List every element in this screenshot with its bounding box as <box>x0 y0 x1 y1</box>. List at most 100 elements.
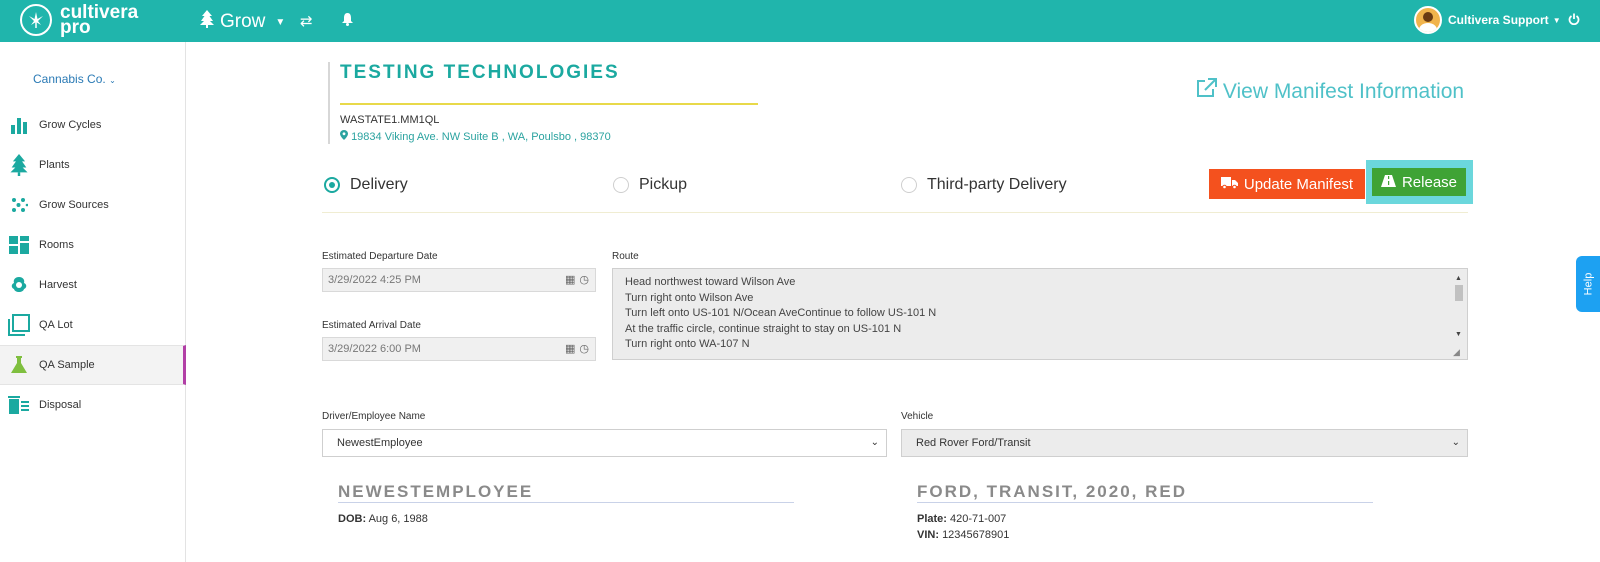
section-divider <box>322 212 1468 213</box>
departure-date-value: 3/29/2022 4:25 PM <box>328 274 421 286</box>
driver-card-underline <box>338 502 794 503</box>
update-manifest-button[interactable]: Update Manifest <box>1209 169 1365 199</box>
route-label: Route <box>612 251 639 262</box>
release-button[interactable]: Release <box>1372 168 1466 196</box>
vehicle-card-underline <box>917 502 1373 503</box>
scroll-thumb[interactable] <box>1455 285 1463 301</box>
bar-chart-icon <box>8 114 30 136</box>
qa-lot-icon <box>8 314 30 336</box>
top-bar: cultivera pro Grow ▼ ⇄ Cultivera Support… <box>0 0 1600 42</box>
clock-icon[interactable]: ◷ <box>579 273 589 286</box>
route-line: Turn right onto Wilson Ave <box>625 291 754 304</box>
route-line: Turn left onto US-101 N/Ocean AveContinu… <box>625 307 937 319</box>
tree-icon <box>8 154 30 176</box>
view-manifest-link[interactable]: View Manifest Information <box>1196 78 1464 104</box>
sidebar-item-label: Rooms <box>39 239 74 251</box>
transfer-icon[interactable]: ⇄ <box>300 12 313 30</box>
flask-icon <box>8 354 30 376</box>
receiver-header: TESTING TECHNOLOGIES WASTATE1.MM1QL 1983… <box>328 62 758 144</box>
route-textarea[interactable]: Head northwest toward Wilson Ave Turn ri… <box>612 268 1468 360</box>
radio-unselected-icon <box>901 177 917 193</box>
brand-logo[interactable]: cultivera pro <box>20 3 138 37</box>
avatar <box>1414 6 1442 34</box>
chevron-down-icon: ⌄ <box>1451 437 1460 448</box>
harvest-icon <box>8 274 30 296</box>
sidebar-item-label: Plants <box>39 159 70 171</box>
module-label: Grow <box>220 11 266 32</box>
module-dropdown[interactable]: Grow ▼ <box>200 10 285 34</box>
user-name: Cultivera Support <box>1448 13 1549 27</box>
seeds-icon <box>8 194 30 216</box>
sidebar-item-plants[interactable]: Plants <box>0 145 186 185</box>
radio-third-party-delivery[interactable]: Third-party Delivery <box>901 176 1067 194</box>
arrival-date-field[interactable]: 3/29/2022 6:00 PM ▦ ◷ <box>322 337 596 361</box>
sidebar-item-grow-cycles[interactable]: Grow Cycles <box>0 105 186 145</box>
dob-value: Aug 6, 1988 <box>368 513 428 525</box>
vehicle-select-value: Red Rover Ford/Transit <box>916 437 1031 449</box>
driver-select-value: NewestEmployee <box>337 437 423 449</box>
route-line: At the traffic circle, continue straight… <box>625 322 902 335</box>
receiver-company-name: TESTING TECHNOLOGIES <box>340 62 620 83</box>
radio-selected-icon <box>324 177 340 193</box>
vin-label: VIN: <box>917 529 939 541</box>
plate-label: Plate: <box>917 513 947 525</box>
map-marker-icon <box>340 130 351 143</box>
tree-icon <box>200 10 214 34</box>
power-icon[interactable] <box>1568 12 1580 28</box>
release-label: Release <box>1401 173 1458 191</box>
vehicle-vin: VIN: 12345678901 <box>917 529 1009 541</box>
vin-value: 12345678901 <box>942 529 1010 541</box>
sidebar: Cannabis Co. ⌄ Grow Cycles Plants Grow S… <box>0 42 186 562</box>
sidebar-item-qa-lot[interactable]: QA Lot <box>0 305 186 345</box>
sidebar-item-label: Grow Cycles <box>39 119 102 131</box>
dob-label: DOB: <box>338 513 367 525</box>
sidebar-item-label: QA Lot <box>39 319 73 331</box>
company-name: Cannabis Co. <box>33 72 106 86</box>
help-label: Help <box>1582 272 1594 296</box>
resize-grip-icon[interactable]: ◢ <box>1453 345 1460 359</box>
vehicle-label: Vehicle <box>901 411 934 422</box>
sidebar-item-grow-sources[interactable]: Grow Sources <box>0 185 186 225</box>
radio-delivery[interactable]: Delivery <box>324 176 408 194</box>
radio-label: Third-party Delivery <box>927 176 1067 193</box>
radio-label: Pickup <box>639 176 688 193</box>
driver-label: Driver/Employee Name <box>322 411 426 422</box>
sidebar-item-label: QA Sample <box>39 359 95 371</box>
external-link-icon <box>1196 78 1223 103</box>
vehicle-card-title: FORD, TRANSIT, 2020, RED <box>917 482 1187 501</box>
update-manifest-label: Update Manifest <box>1243 175 1354 193</box>
sidebar-item-qa-sample[interactable]: QA Sample <box>0 345 186 385</box>
company-selector[interactable]: Cannabis Co. ⌄ <box>33 72 116 86</box>
chevron-down-icon: ▼ <box>275 16 286 28</box>
calendar-icon[interactable]: ▦ <box>565 273 575 286</box>
route-scrollbar[interactable]: ▲ ▼ ◢ <box>1453 271 1465 357</box>
user-menu[interactable]: Cultivera Support ▼ <box>1414 6 1561 34</box>
vehicle-plate: Plate: 420-71-007 <box>917 513 1006 525</box>
bell-icon[interactable] <box>341 12 354 30</box>
scroll-down-icon[interactable]: ▼ <box>1455 327 1462 343</box>
address-text: 19834 Viking Ave. NW Suite B , WA, Pouls… <box>351 131 611 143</box>
arrival-date-value: 3/29/2022 6:00 PM <box>328 343 421 355</box>
sidebar-item-harvest[interactable]: Harvest <box>0 265 186 305</box>
arrival-date-label: Estimated Arrival Date <box>322 320 421 331</box>
license-number: WASTATE1.MM1QL <box>340 114 440 126</box>
rooms-icon <box>8 234 30 256</box>
chevron-down-icon: ▼ <box>1552 15 1561 25</box>
vehicle-select[interactable]: Red Rover Ford/Transit ⌄ <box>901 429 1468 457</box>
sidebar-item-label: Grow Sources <box>39 199 109 211</box>
departure-date-field[interactable]: 3/29/2022 4:25 PM ▦ ◷ <box>322 268 596 292</box>
receiver-address[interactable]: 19834 Viking Ave. NW Suite B , WA, Pouls… <box>340 130 611 143</box>
route-line: Head northwest toward Wilson Ave <box>625 276 796 288</box>
cannabis-leaf-icon <box>20 4 52 36</box>
help-tab[interactable]: Help <box>1576 256 1600 312</box>
departure-date-label: Estimated Departure Date <box>322 251 438 262</box>
driver-select[interactable]: NewestEmployee ⌄ <box>322 429 887 457</box>
disposal-icon <box>8 394 30 416</box>
title-underline <box>340 103 758 105</box>
sidebar-item-rooms[interactable]: Rooms <box>0 225 186 265</box>
sidebar-item-disposal[interactable]: Disposal <box>0 385 186 425</box>
radio-pickup[interactable]: Pickup <box>613 176 687 194</box>
calendar-icon[interactable]: ▦ <box>565 342 575 355</box>
clock-icon[interactable]: ◷ <box>579 342 589 355</box>
driver-dob: DOB: Aug 6, 1988 <box>338 513 428 525</box>
